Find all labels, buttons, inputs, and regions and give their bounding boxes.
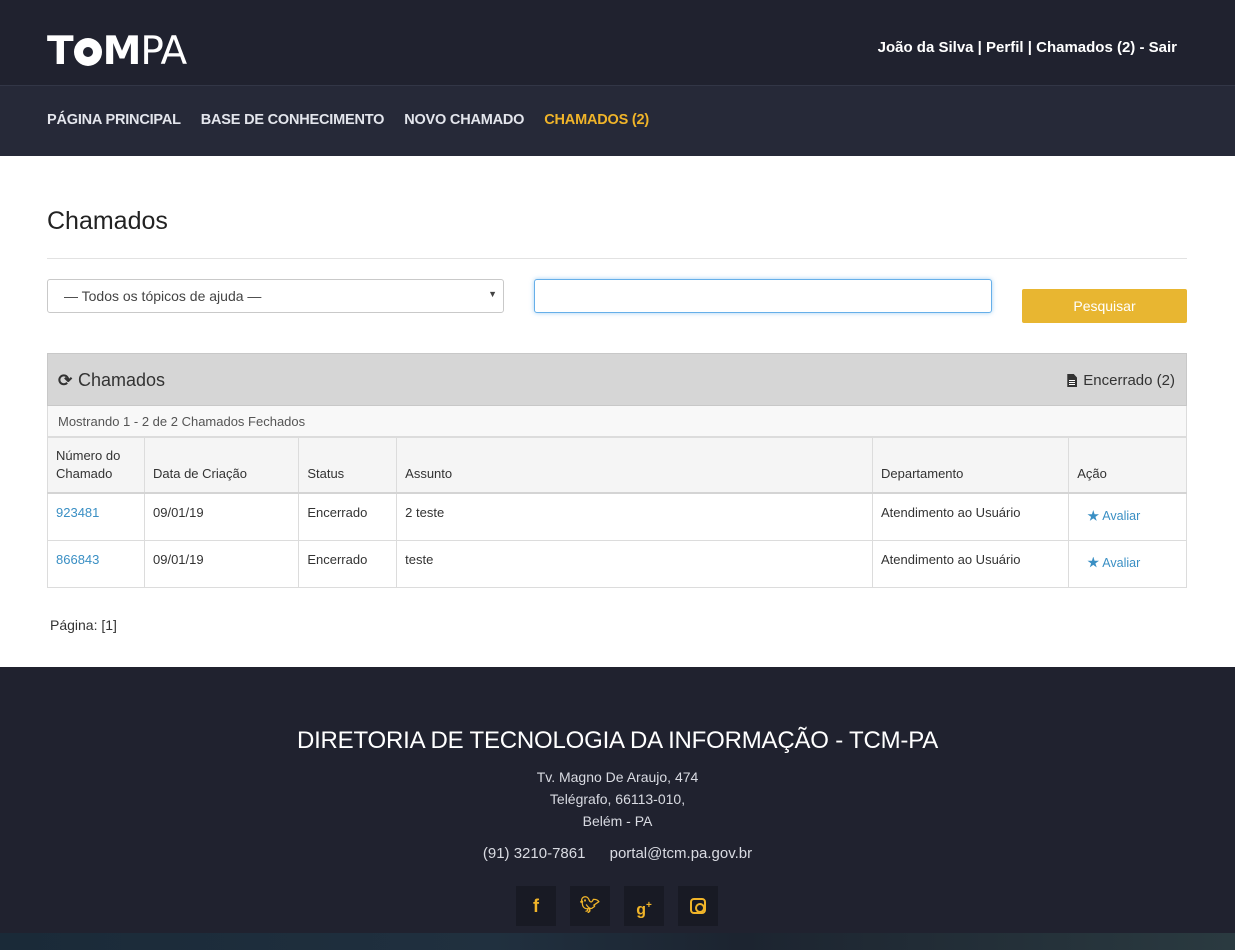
profile-link[interactable]: Perfil — [986, 39, 1024, 56]
ticket-status: Encerrado — [298, 492, 398, 541]
footer-contacts: (91) 3210-7861 portal@tcm.pa.gov.br — [0, 845, 1235, 862]
help-topic-select[interactable]: — Todos os tópicos de ajuda — ▼ — [47, 279, 504, 313]
column-header-date[interactable]: Data de Criação — [143, 437, 300, 494]
user-name: João da Silva — [877, 39, 974, 56]
dropdown-arrow-icon: ▼ — [488, 289, 497, 299]
star-icon — [1087, 510, 1100, 521]
footer-email[interactable]: portal@tcm.pa.gov.br — [610, 845, 753, 862]
column-header-subject[interactable]: Assunto — [396, 437, 873, 494]
nav-new-ticket[interactable]: NOVO CHAMADO — [404, 112, 524, 128]
panel-header: ⟳ Chamados Encerrado (2) — [47, 353, 1187, 406]
search-input[interactable] — [534, 279, 992, 313]
eye-logo-icon — [73, 38, 102, 66]
ticket-date: 09/01/19 — [143, 492, 300, 541]
google-plus-icon[interactable]: g+ — [624, 886, 664, 926]
footer: DIRETORIA DE TECNOLOGIA DA INFORMAÇÃO - … — [0, 667, 1235, 933]
tickets-panel: ⟳ Chamados Encerrado (2) Mostrando 1 - 2… — [47, 353, 1187, 588]
nav-knowledge-base[interactable]: BASE DE CONHECIMENTO — [201, 112, 385, 128]
page-title: Chamados — [47, 207, 168, 235]
showing-count: Mostrando 1 - 2 de 2 Chamados Fechados — [47, 406, 1187, 437]
search-button[interactable]: Pesquisar — [1022, 289, 1187, 323]
footer-phone: (91) 3210-7861 — [482, 845, 586, 862]
ticket-status: Encerrado — [298, 539, 398, 588]
tcmpa-logo[interactable]: T M PA — [47, 32, 187, 71]
bottom-strip — [0, 933, 1235, 950]
my-tickets-link[interactable]: Chamados (2) — [1036, 39, 1135, 56]
column-header-action: Ação — [1068, 437, 1187, 494]
ticket-department: Atendimento ao Usuário — [871, 492, 1070, 541]
table-row: 923481 09/01/19 Encerrado 2 teste Atendi… — [47, 492, 1187, 541]
ticket-number-link[interactable]: 866843 — [56, 552, 99, 567]
tickets-table: Número do Chamado Data de Criação Status… — [47, 437, 1187, 588]
star-icon — [1087, 556, 1100, 568]
footer-title: DIRETORIA DE TECNOLOGIA DA INFORMAÇÃO - … — [296, 727, 939, 754]
column-header-number[interactable]: Número do Chamado — [47, 437, 145, 494]
divider — [47, 258, 1187, 259]
refresh-icon: ⟳ — [58, 370, 73, 390]
facebook-icon[interactable]: f — [516, 886, 556, 926]
panel-title: Chamados — [78, 370, 166, 390]
column-header-status[interactable]: Status — [298, 437, 398, 494]
rate-button[interactable]: Avaliar — [1087, 556, 1140, 570]
instagram-icon[interactable] — [678, 886, 718, 926]
nav-tickets[interactable]: CHAMADOS (2) — [544, 112, 649, 128]
ticket-subject: teste — [396, 539, 873, 588]
twitter-icon[interactable]: 🐦︎ — [570, 886, 610, 926]
ticket-date: 09/01/19 — [143, 539, 300, 588]
ticket-department: Atendimento ao Usuário — [871, 539, 1070, 588]
top-header: T M PA João da Silva | Perfil | Chamados (… — [0, 0, 1235, 85]
closed-filter-link[interactable]: Encerrado (2) — [1067, 372, 1175, 389]
pagination: Página: [1] — [50, 617, 117, 633]
table-row: 866843 09/01/19 Encerrado teste Atendime… — [47, 539, 1187, 588]
closed-filter-label: Encerrado (2) — [1083, 372, 1175, 389]
ticket-number-link[interactable]: 923481 — [56, 505, 99, 520]
refresh-tickets-link[interactable]: ⟳ Chamados — [58, 370, 165, 391]
column-header-department[interactable]: Departamento — [871, 437, 1070, 494]
footer-address: Tv. Magno De Araujo, 474 Telégrafo, 6611… — [536, 769, 699, 829]
file-icon — [1067, 374, 1078, 387]
nav-home[interactable]: PÁGINA PRINCIPAL — [47, 112, 181, 128]
logout-link[interactable]: Sair — [1149, 39, 1177, 56]
main-nav: PÁGINA PRINCIPAL BASE DE CONHECIMENTO NO… — [0, 85, 1235, 156]
social-links: f 🐦︎ g+ — [516, 886, 732, 926]
ticket-subject: 2 teste — [396, 492, 873, 541]
help-topic-value: — Todos os tópicos de ajuda — — [64, 288, 262, 304]
rate-button[interactable]: Avaliar — [1087, 509, 1140, 523]
user-links: João da Silva | Perfil | Chamados (2) - … — [877, 39, 1177, 56]
